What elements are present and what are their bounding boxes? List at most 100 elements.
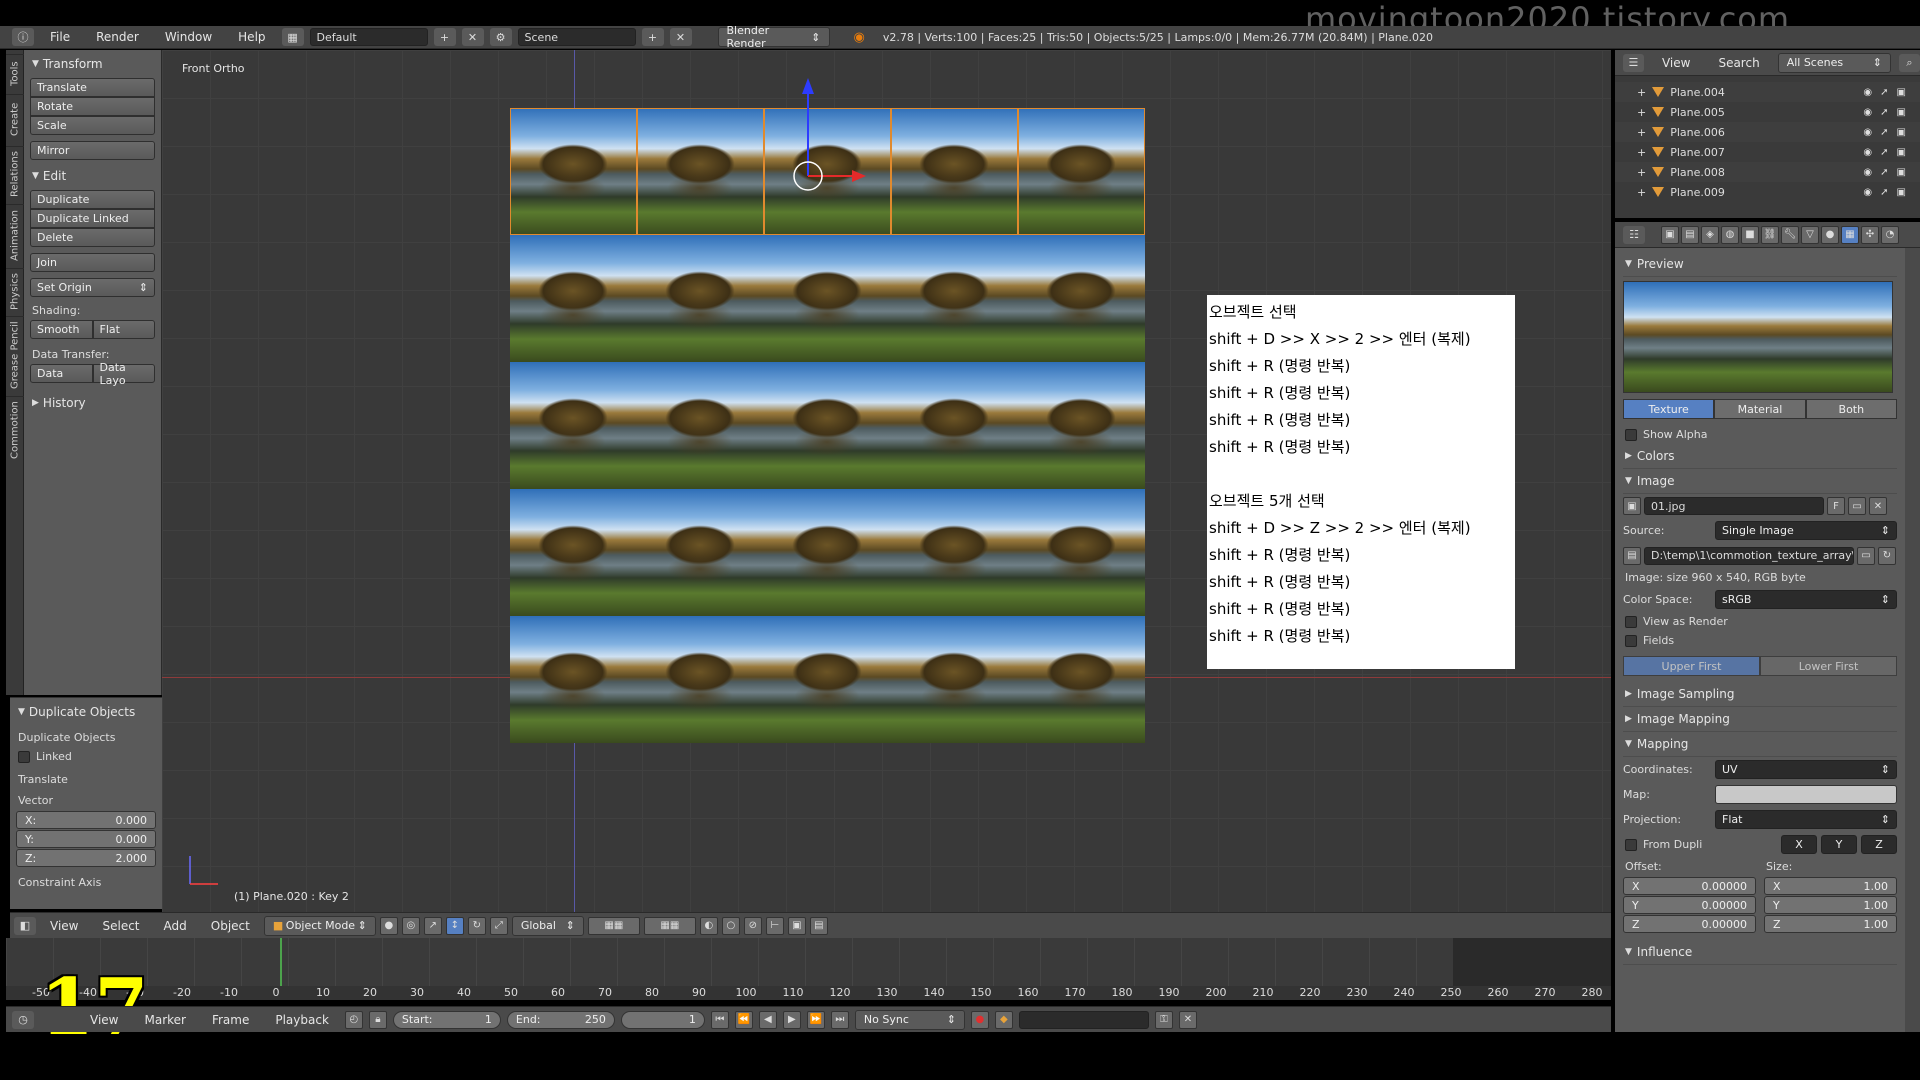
image-browse-icon[interactable]: ▣ xyxy=(1623,497,1641,515)
fake-user-button[interactable]: F xyxy=(1827,497,1845,515)
render-engine-dropdown[interactable]: Blender Render ⇕ xyxy=(717,24,830,50)
mapping-x-dropdown[interactable]: X xyxy=(1781,835,1817,854)
menu-marker[interactable]: Marker xyxy=(134,1013,195,1027)
plane-tile[interactable] xyxy=(764,489,891,616)
plane-tile[interactable] xyxy=(1018,616,1145,743)
3d-viewport[interactable]: Front Ortho (1) Plane.020: Key 2 오브젝트 선… xyxy=(162,50,1611,912)
checkbox-box[interactable] xyxy=(18,750,30,763)
search-icon[interactable]: ⌕ xyxy=(1899,53,1920,72)
show-alpha-checkbox[interactable]: Show Alpha xyxy=(1623,425,1897,444)
camera-icon[interactable]: ▣ xyxy=(1897,187,1906,198)
checkbox-box[interactable] xyxy=(1625,615,1637,628)
menu-playback[interactable]: Playback xyxy=(265,1013,339,1027)
duplicate-button[interactable]: Duplicate xyxy=(30,190,155,209)
outliner-item[interactable]: + Plane.007 ◉ ➚ ▣ xyxy=(1615,142,1920,162)
layout-field[interactable]: Default xyxy=(309,28,428,46)
world-tab-icon[interactable]: ◍ xyxy=(1721,225,1739,244)
camera-icon[interactable]: ▣ xyxy=(1897,107,1906,118)
plane-tile[interactable] xyxy=(510,235,637,362)
translate-manipulator-icon[interactable]: ↕ xyxy=(445,916,464,935)
eye-icon[interactable]: ◉ xyxy=(1863,107,1872,118)
checkbox-box[interactable] xyxy=(1625,838,1637,851)
mode-dropdown[interactable]: ■ Object Mode ⇕ xyxy=(263,915,376,936)
edit-panel-header[interactable]: ▼ Edit xyxy=(30,166,155,186)
add-layout-icon[interactable]: + xyxy=(433,28,456,46)
cursor-icon[interactable]: ➚ xyxy=(1880,147,1888,158)
texture-preview-tab[interactable]: Texture xyxy=(1623,399,1715,419)
plane-tile[interactable] xyxy=(1018,235,1145,362)
remove-layout-icon[interactable]: ✕ xyxy=(461,28,484,46)
offset-z-field[interactable]: Z 0.00000 xyxy=(1623,915,1756,933)
image-section-header[interactable]: ▼ Image xyxy=(1623,469,1897,494)
flat-button[interactable]: Flat xyxy=(92,320,155,339)
transform-manipulator[interactable] xyxy=(788,76,868,206)
jump-end-icon[interactable]: ⏭ xyxy=(830,1010,849,1029)
display-mode-dropdown[interactable]: All Scenes ⇕ xyxy=(1777,52,1892,73)
plane-tile[interactable] xyxy=(1018,489,1145,616)
menu-view-timeline[interactable]: View xyxy=(80,1013,128,1027)
timeline[interactable]: -50 -40 -30 -20 -10 0 10 20 30 40 50 60 70 80 90 100 110… xyxy=(6,938,1611,1000)
outliner-item[interactable]: + Plane.006 ◉ ➚ ▣ xyxy=(1615,122,1920,142)
plane-tile[interactable] xyxy=(637,489,764,616)
texture-tab-icon[interactable]: ▦ xyxy=(1841,225,1859,244)
size-y-field[interactable]: Y 1.00 xyxy=(1764,896,1897,914)
vector-x-field[interactable]: X: 0.000 xyxy=(16,811,156,829)
size-z-field[interactable]: Z 1.00 xyxy=(1764,915,1897,933)
opengl-render-icon[interactable]: ▤ xyxy=(809,916,828,935)
menu-view[interactable]: View xyxy=(40,919,88,933)
sync-dropdown[interactable]: No Sync ⇕ xyxy=(854,1009,965,1030)
mapping-y-dropdown[interactable]: Y xyxy=(1821,835,1857,854)
lower-first-toggle[interactable]: Lower First xyxy=(1760,656,1897,676)
checkbox-box[interactable] xyxy=(1625,428,1637,441)
plane-tile[interactable] xyxy=(637,235,764,362)
offset-x-field[interactable]: X 0.00000 xyxy=(1623,877,1756,895)
menu-add[interactable]: Add xyxy=(154,919,197,933)
menu-file[interactable]: File xyxy=(40,30,80,44)
proportional-edit-icon[interactable]: ○ xyxy=(721,916,740,935)
plane-tile[interactable] xyxy=(891,108,1018,235)
vector-z-field[interactable]: Z: 2.000 xyxy=(16,849,156,867)
join-button[interactable]: Join xyxy=(30,253,155,272)
render-preview-icon[interactable]: ▣ xyxy=(787,916,806,935)
layers-icon[interactable]: ▦▦ xyxy=(587,916,640,935)
rotate-manipulator-icon[interactable]: ↻ xyxy=(467,916,486,935)
color-space-dropdown[interactable]: sRGB ⇕ xyxy=(1715,590,1897,609)
menu-render[interactable]: Render xyxy=(86,30,149,44)
physics-tab-icon[interactable]: ◔ xyxy=(1881,225,1899,244)
pivot-icon[interactable]: ◎ xyxy=(401,916,420,935)
expand-icon[interactable]: + xyxy=(1637,186,1646,199)
plane-tile[interactable] xyxy=(637,616,764,743)
particles-tab-icon[interactable]: ✣ xyxy=(1861,225,1879,244)
plane-tile[interactable] xyxy=(891,235,1018,362)
record-icon[interactable]: ● xyxy=(970,1010,989,1029)
material-tab-icon[interactable]: ● xyxy=(1821,225,1839,244)
plane-tile[interactable] xyxy=(891,362,1018,489)
render-tab-icon[interactable]: ▣ xyxy=(1661,225,1679,244)
manipulator-toggle-icon[interactable]: ↗ xyxy=(423,916,442,935)
camera-icon[interactable]: ▣ xyxy=(1897,147,1906,158)
both-preview-tab[interactable]: Both xyxy=(1805,399,1897,419)
plane-tile[interactable] xyxy=(764,235,891,362)
plane-tile[interactable] xyxy=(510,362,637,489)
camera-icon[interactable]: ▣ xyxy=(1897,167,1906,178)
expand-icon[interactable]: + xyxy=(1637,146,1646,159)
orientation-dropdown[interactable]: Global ⇕ xyxy=(511,915,584,936)
outliner-item[interactable]: + Plane.004 ◉ ➚ ▣ xyxy=(1615,82,1920,102)
current-frame-field[interactable]: 1 xyxy=(620,1010,705,1029)
plane-tile[interactable] xyxy=(891,489,1018,616)
image-name-field[interactable]: 01.jpg xyxy=(1644,497,1824,515)
reload-icon[interactable]: ↻ xyxy=(1878,546,1896,565)
menu-window[interactable]: Window xyxy=(155,30,222,44)
outliner-item[interactable]: + Plane.009 ◉ ➚ ▣ xyxy=(1615,182,1920,202)
outliner-view-menu[interactable]: View xyxy=(1652,56,1700,70)
size-x-field[interactable]: X 1.00 xyxy=(1764,877,1897,895)
menu-object[interactable]: Object xyxy=(201,919,260,933)
plane-tile[interactable] xyxy=(764,362,891,489)
keying-set-field[interactable] xyxy=(1018,1010,1149,1029)
prev-keyframe-icon[interactable]: ⏪ xyxy=(734,1010,753,1029)
coordinates-dropdown[interactable]: UV ⇕ xyxy=(1715,760,1897,779)
cursor-icon[interactable]: ➚ xyxy=(1880,167,1888,178)
plane-tile[interactable] xyxy=(510,489,637,616)
data-layout-button[interactable]: Data Layo xyxy=(92,361,155,387)
delete-button[interactable]: Delete xyxy=(30,228,155,247)
